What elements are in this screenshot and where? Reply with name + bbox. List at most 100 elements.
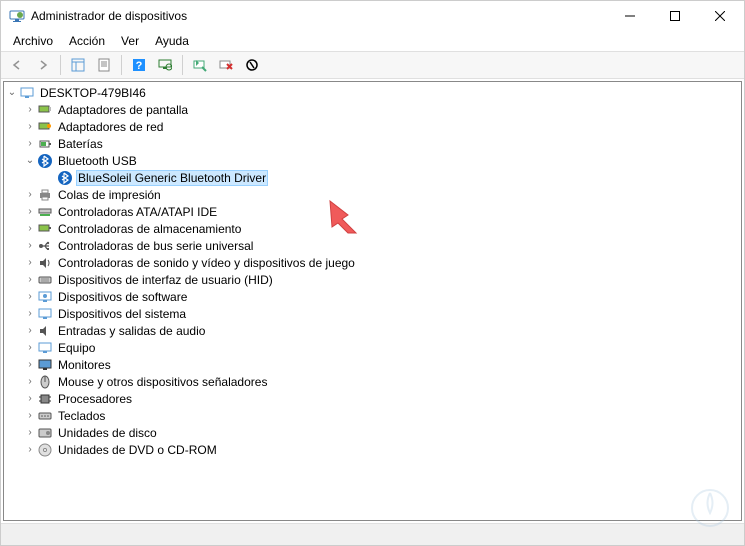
node-audio-io[interactable]: › Entradas y salidas de audio xyxy=(4,322,741,339)
node-sound-controllers[interactable]: ›Controladoras de sonido y vídeo y dispo… xyxy=(4,254,741,271)
node-disk-drives[interactable]: › Unidades de disco xyxy=(4,424,741,441)
node-monitors[interactable]: › Monitores xyxy=(4,356,741,373)
tree-label: Adaptadores de pantalla xyxy=(56,103,190,117)
chevron-right-icon[interactable]: › xyxy=(24,376,36,387)
node-keyboards[interactable]: › Teclados xyxy=(4,407,741,424)
node-bluetooth-usb[interactable]: ⌄ Bluetooth USB xyxy=(4,152,741,169)
tree-label: DESKTOP-479BI46 xyxy=(38,86,148,100)
battery-icon xyxy=(37,136,53,152)
tree-label: Adaptadores de red xyxy=(56,120,165,134)
node-batteries[interactable]: › Baterías xyxy=(4,135,741,152)
menu-archivo[interactable]: Archivo xyxy=(5,32,61,50)
minimize-button[interactable] xyxy=(607,2,652,30)
tree-label: Monitores xyxy=(56,358,113,372)
toolbar: ? xyxy=(1,51,744,79)
title-bar: Administrador de dispositivos xyxy=(1,1,744,31)
node-processors[interactable]: ›Procesadores xyxy=(4,390,741,407)
chevron-right-icon[interactable]: › xyxy=(24,257,36,268)
tree-label: Controladoras ATA/ATAPI IDE xyxy=(56,205,219,219)
tree-label: Controladoras de bus serie universal xyxy=(56,239,255,253)
chevron-right-icon[interactable]: › xyxy=(24,274,36,285)
node-computer[interactable]: › Equipo xyxy=(4,339,741,356)
software-device-icon xyxy=(37,289,53,305)
uninstall-button[interactable] xyxy=(214,53,238,77)
tree-label: Bluetooth USB xyxy=(56,154,139,168)
node-system-devices[interactable]: › Dispositivos del sistema xyxy=(4,305,741,322)
storage-controller-icon xyxy=(37,221,53,237)
node-bluesoleil-driver[interactable]: BlueSoleil Generic Bluetooth Driver xyxy=(4,169,741,186)
chevron-right-icon[interactable]: › xyxy=(24,240,36,251)
tree-label: Colas de impresión xyxy=(56,188,163,202)
chevron-right-icon[interactable]: › xyxy=(24,104,36,115)
processor-icon xyxy=(37,391,53,407)
node-hid-devices[interactable]: ›Dispositivos de interfaz de usuario (HI… xyxy=(4,271,741,288)
display-adapter-icon xyxy=(37,102,53,118)
chevron-right-icon[interactable]: › xyxy=(24,359,36,370)
chevron-right-icon[interactable]: › xyxy=(24,393,36,404)
node-software-devices[interactable]: ›Dispositivos de software xyxy=(4,288,741,305)
chevron-right-icon[interactable]: › xyxy=(24,325,36,336)
forward-button[interactable] xyxy=(31,53,55,77)
status-bar xyxy=(1,523,744,545)
svg-text:?: ? xyxy=(136,60,143,72)
chevron-right-icon[interactable]: › xyxy=(24,121,36,132)
properties-button[interactable] xyxy=(92,53,116,77)
tree-label: Equipo xyxy=(56,341,97,355)
root-node[interactable]: ⌄ DESKTOP-479BI46 xyxy=(4,84,741,101)
printer-icon xyxy=(37,187,53,203)
chevron-right-icon[interactable]: › xyxy=(24,189,36,200)
node-mouse[interactable]: › Mouse y otros dispositivos señaladores xyxy=(4,373,741,390)
menu-ver[interactable]: Ver xyxy=(113,32,147,50)
chevron-right-icon[interactable]: › xyxy=(24,308,36,319)
tree-label: BlueSoleil Generic Bluetooth Driver xyxy=(76,170,268,186)
menu-ayuda[interactable]: Ayuda xyxy=(147,32,197,50)
bluetooth-icon xyxy=(37,153,53,169)
node-print-queues[interactable]: › Colas de impresión xyxy=(4,186,741,203)
node-dvd-drives[interactable]: › Unidades de DVD o CD-ROM xyxy=(4,441,741,458)
maximize-button[interactable] xyxy=(652,2,697,30)
disable-button[interactable] xyxy=(240,53,264,77)
tree-label: Unidades de DVD o CD-ROM xyxy=(56,443,219,457)
tree-label: Controladoras de almacenamiento xyxy=(56,222,243,236)
node-storage-controllers[interactable]: › Controladoras de almacenamiento xyxy=(4,220,741,237)
usb-icon xyxy=(37,238,53,254)
chevron-right-icon[interactable]: › xyxy=(24,223,36,234)
node-display-adapters[interactable]: › Adaptadores de pantalla xyxy=(4,101,741,118)
chevron-right-icon[interactable]: › xyxy=(24,410,36,421)
show-hide-tree-button[interactable] xyxy=(66,53,90,77)
chevron-down-icon[interactable]: ⌄ xyxy=(24,155,36,166)
chevron-right-icon[interactable]: › xyxy=(24,427,36,438)
tree-label: Teclados xyxy=(56,409,107,423)
disk-drive-icon xyxy=(37,425,53,441)
node-network-adapters[interactable]: › Adaptadores de red xyxy=(4,118,741,135)
tree-label: Baterías xyxy=(56,137,105,151)
chevron-right-icon[interactable]: › xyxy=(24,206,36,217)
node-ata-controllers[interactable]: › Controladoras ATA/ATAPI IDE xyxy=(4,203,741,220)
tree-label: Mouse y otros dispositivos señaladores xyxy=(56,375,269,389)
chevron-right-icon[interactable]: › xyxy=(24,444,36,455)
tree-label: Dispositivos del sistema xyxy=(56,307,188,321)
dvd-drive-icon xyxy=(37,442,53,458)
help-button[interactable]: ? xyxy=(127,53,151,77)
device-tree[interactable]: ⌄ DESKTOP-479BI46 › Adaptadores de pantal… xyxy=(3,81,742,521)
tree-label: Unidades de disco xyxy=(56,426,159,440)
mouse-icon xyxy=(37,374,53,390)
close-button[interactable] xyxy=(697,2,742,30)
back-button[interactable] xyxy=(5,53,29,77)
node-usb-controllers[interactable]: › Controladoras de bus serie universal xyxy=(4,237,741,254)
window-title: Administrador de dispositivos xyxy=(31,9,607,23)
computer-icon xyxy=(37,340,53,356)
chevron-right-icon[interactable]: › xyxy=(24,138,36,149)
menu-accion[interactable]: Acción xyxy=(61,32,113,50)
computer-icon xyxy=(19,85,35,101)
system-device-icon xyxy=(37,306,53,322)
chevron-right-icon[interactable]: › xyxy=(24,291,36,302)
update-driver-button[interactable] xyxy=(188,53,212,77)
monitor-icon xyxy=(37,357,53,373)
chevron-down-icon[interactable]: ⌄ xyxy=(6,87,18,98)
keyboard-icon xyxy=(37,408,53,424)
chevron-right-icon[interactable]: › xyxy=(24,342,36,353)
ide-controller-icon xyxy=(37,204,53,220)
scan-hardware-button[interactable] xyxy=(153,53,177,77)
tree-label: Entradas y salidas de audio xyxy=(56,324,207,338)
